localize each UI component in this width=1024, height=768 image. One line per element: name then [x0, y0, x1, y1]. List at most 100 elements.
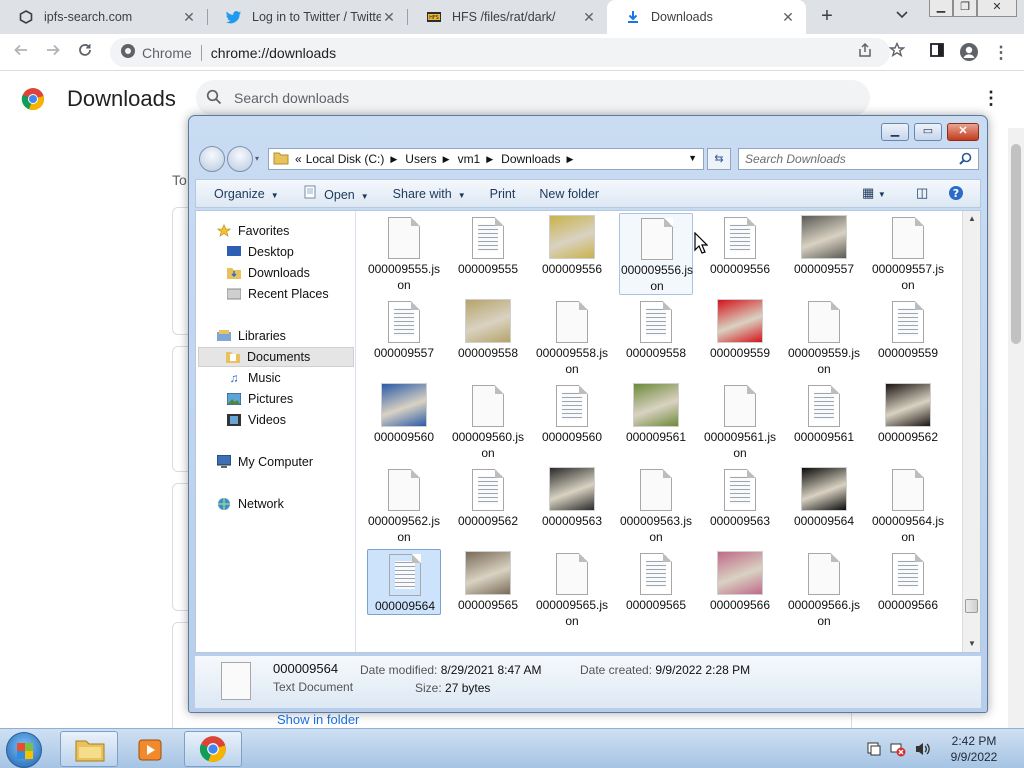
tab-close-icon[interactable]: ✕: [181, 9, 197, 26]
volume-icon[interactable]: [914, 741, 932, 760]
explorer-forward-icon[interactable]: [227, 146, 253, 172]
side-panel-icon[interactable]: [926, 42, 948, 64]
file-item[interactable]: 000009566: [871, 549, 945, 613]
omnibox[interactable]: Chrome chrome://downloads: [110, 38, 890, 67]
file-item[interactable]: 000009565.json: [535, 549, 609, 629]
breadcrumb-overflow[interactable]: «: [295, 152, 302, 166]
address-bar[interactable]: « Local Disk (C:) ▶ Users ▶ vm1 ▶ Downlo…: [268, 148, 704, 170]
file-item[interactable]: 000009559: [871, 297, 945, 361]
file-item[interactable]: 000009560: [535, 381, 609, 445]
explorer-close-icon[interactable]: ✕: [947, 123, 979, 141]
view-options-icon[interactable]: ▦ ▼: [862, 185, 886, 201]
system-clock[interactable]: 2:42 PM 9/9/2022: [944, 733, 1004, 765]
omnibox-url[interactable]: chrome://downloads: [211, 45, 336, 61]
file-item[interactable]: 000009556: [703, 213, 777, 277]
nav-network[interactable]: Network: [216, 494, 284, 514]
file-item[interactable]: 000009556: [535, 213, 609, 277]
nav-music[interactable]: ♫ Music: [226, 368, 281, 388]
nav-documents[interactable]: Documents: [198, 347, 354, 367]
taskbar-chrome-button[interactable]: [184, 731, 242, 767]
reload-icon[interactable]: [74, 42, 96, 64]
file-item[interactable]: 000009565: [451, 549, 525, 613]
open-button[interactable]: Open ▼: [297, 185, 375, 202]
new-folder-button[interactable]: New folder: [533, 187, 605, 201]
start-button[interactable]: [6, 732, 42, 768]
nav-libraries[interactable]: Libraries: [216, 326, 286, 346]
breadcrumb-item[interactable]: vm1: [458, 152, 481, 166]
share-icon[interactable]: [854, 42, 876, 64]
tab-close-icon[interactable]: ✕: [381, 9, 397, 26]
bookmark-star-icon[interactable]: [886, 41, 908, 64]
file-item[interactable]: 000009560: [367, 381, 441, 445]
file-item[interactable]: 000009562: [871, 381, 945, 445]
scrollbar-thumb[interactable]: [965, 599, 978, 613]
tab-ipfs-search[interactable]: ipfs-search.com ✕: [0, 0, 207, 34]
file-item[interactable]: 000009564: [787, 465, 861, 529]
help-icon[interactable]: ?: [948, 185, 964, 204]
refresh-icon[interactable]: ⇆: [707, 148, 731, 170]
tab-twitter[interactable]: Log in to Twitter / Twitter ✕: [208, 0, 407, 34]
page-scrollbar-thumb[interactable]: [1011, 144, 1021, 344]
tab-close-icon[interactable]: ✕: [780, 9, 796, 26]
file-item[interactable]: 000009556.json: [619, 213, 693, 295]
file-item[interactable]: 000009561.json: [703, 381, 777, 461]
file-item[interactable]: 000009558: [619, 297, 693, 361]
scroll-up-arrow-icon[interactable]: ▲: [968, 214, 976, 223]
window-minimize-icon[interactable]: ▁: [929, 0, 953, 17]
explorer-minimize-icon[interactable]: ▁: [881, 123, 909, 141]
file-item[interactable]: 000009559.json: [787, 297, 861, 377]
explorer-back-icon[interactable]: [199, 146, 225, 172]
file-item[interactable]: 000009563.json: [619, 465, 693, 545]
taskbar-media-player-button[interactable]: [122, 731, 180, 767]
file-item[interactable]: 000009557: [367, 297, 441, 361]
recent-pages-chevron-icon[interactable]: ▾: [255, 154, 259, 163]
breadcrumb-item[interactable]: Local Disk (C:): [306, 152, 385, 166]
breadcrumb-arrow-icon[interactable]: ▶: [390, 154, 397, 165]
address-dropdown-icon[interactable]: ▼: [688, 153, 697, 163]
scroll-down-arrow-icon[interactable]: ▼: [968, 639, 976, 648]
breadcrumb-arrow-icon[interactable]: ▶: [567, 154, 574, 165]
nav-pictures[interactable]: Pictures: [226, 389, 293, 409]
file-item[interactable]: 000009564: [367, 549, 441, 615]
file-item[interactable]: 000009557: [787, 213, 861, 277]
preview-pane-icon[interactable]: ◫: [916, 185, 928, 201]
organize-button[interactable]: Organize ▼: [208, 187, 285, 201]
nav-favorites[interactable]: Favorites: [216, 221, 289, 241]
browser-menu-icon[interactable]: ⋮: [990, 42, 1012, 64]
back-arrow-icon[interactable]: [10, 42, 32, 64]
file-item[interactable]: 000009562: [451, 465, 525, 529]
new-tab-plus-icon[interactable]: +: [816, 5, 838, 27]
file-item[interactable]: 000009561: [619, 381, 693, 445]
forward-arrow-icon[interactable]: [42, 42, 64, 64]
file-item[interactable]: 000009560.json: [451, 381, 525, 461]
tab-search-chevron-icon[interactable]: [896, 8, 908, 22]
file-item[interactable]: 000009557.json: [871, 213, 945, 293]
file-item[interactable]: 000009563: [703, 465, 777, 529]
nav-videos[interactable]: Videos: [226, 410, 286, 430]
downloads-search-field[interactable]: Search downloads: [196, 80, 870, 116]
file-item[interactable]: 000009566.json: [787, 549, 861, 629]
print-button[interactable]: Print: [484, 187, 522, 201]
file-item[interactable]: 000009565: [619, 549, 693, 613]
explorer-maximize-icon[interactable]: ▭: [914, 123, 942, 141]
downloads-menu-icon[interactable]: ⋮: [982, 88, 1000, 109]
file-item[interactable]: 000009564.json: [871, 465, 945, 545]
file-item[interactable]: 000009561: [787, 381, 861, 445]
breadcrumb-arrow-icon[interactable]: ▶: [486, 154, 493, 165]
file-item[interactable]: 000009555: [451, 213, 525, 277]
breadcrumb-item[interactable]: Downloads: [501, 152, 560, 166]
file-item[interactable]: 000009555.json: [367, 213, 441, 293]
file-item[interactable]: 000009558: [451, 297, 525, 361]
share-with-button[interactable]: Share with ▼: [387, 187, 472, 201]
nav-downloads[interactable]: Downloads: [226, 263, 310, 283]
nav-recent-places[interactable]: Recent Places: [226, 284, 329, 304]
file-item[interactable]: 000009558.json: [535, 297, 609, 377]
file-grid-scrollbar[interactable]: ▲ ▼: [962, 211, 980, 652]
nav-my-computer[interactable]: My Computer: [216, 452, 313, 472]
tab-downloads[interactable]: Downloads ✕: [607, 0, 806, 34]
window-close-icon[interactable]: ✕: [977, 0, 1017, 17]
file-item[interactable]: 000009563: [535, 465, 609, 529]
breadcrumb-arrow-icon[interactable]: ▶: [443, 154, 450, 165]
tab-hfs[interactable]: HFS HFS /files/rat/dark/ ✕: [408, 0, 607, 34]
profile-avatar-icon[interactable]: [958, 42, 980, 64]
